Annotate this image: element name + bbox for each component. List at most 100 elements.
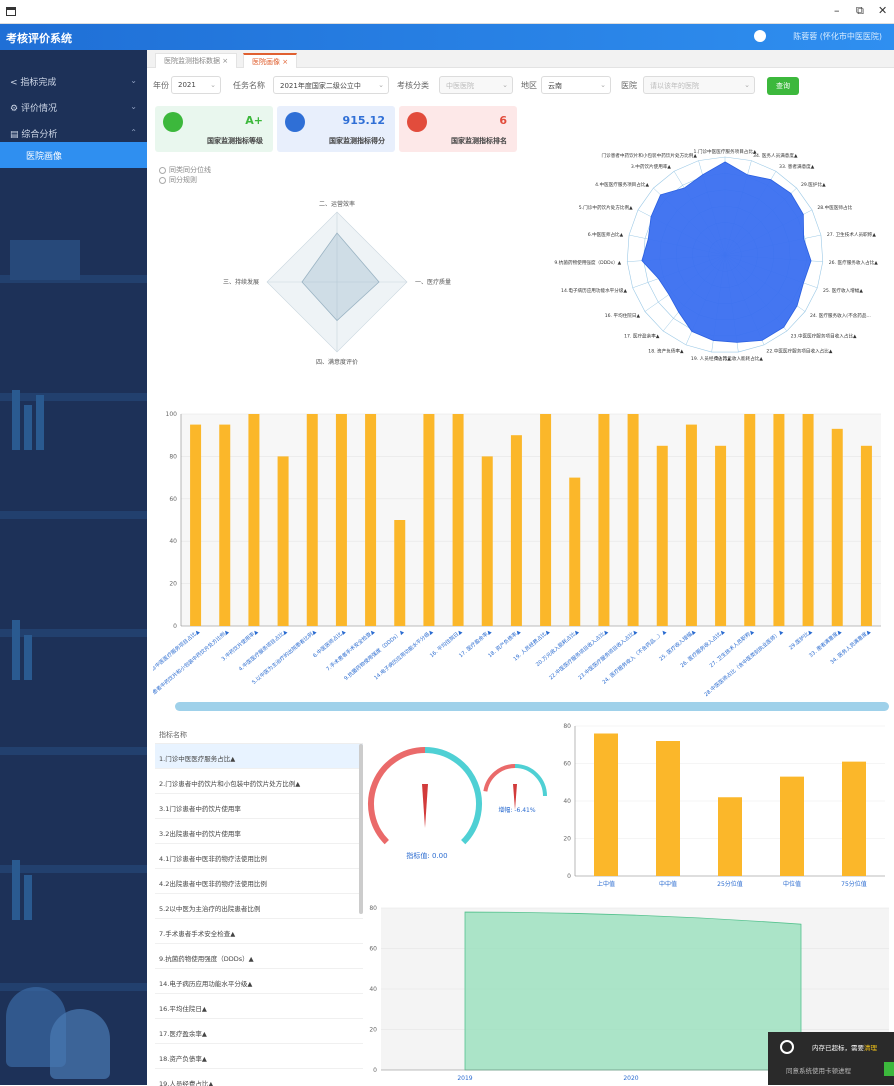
sidebar-background <box>0 165 147 1085</box>
y-tick-label: 60 <box>369 946 377 953</box>
sidebar-item-evaluation[interactable]: ⚙ 评价情况 ⌄ <box>0 94 147 120</box>
radar-label: 6.中医医师占比▲ <box>588 231 624 238</box>
tab-hospital-profile[interactable]: 医院画像 × <box>243 53 298 68</box>
hospital-select[interactable]: 请以该年的医院 ⌄ <box>643 76 755 94</box>
user-icon[interactable] <box>754 30 766 42</box>
bar <box>540 414 552 626</box>
bar <box>656 445 668 626</box>
decor-bar <box>12 620 20 680</box>
gauge-label: 增幅: -6.41% <box>498 806 535 814</box>
list-item[interactable]: 2.门诊患者中药饮片和小包装中药饮片处方比例▲ <box>155 769 363 794</box>
bar <box>190 424 202 626</box>
decor-bar <box>36 395 44 450</box>
close-icon[interactable]: × <box>222 57 228 65</box>
minimize-button[interactable]: – <box>834 4 840 17</box>
window-icon <box>6 7 16 16</box>
list-header: 指标名称 <box>155 726 363 744</box>
decor-illustration <box>50 1009 110 1079</box>
grade-icon <box>163 112 183 132</box>
bar <box>627 414 639 626</box>
grade-label: 国家监测指标等级 <box>207 137 263 145</box>
decor-block <box>10 240 80 280</box>
radar-label: 9.抗菌药物使用强度（DDDs）▲ <box>554 259 621 266</box>
tab-label: 医院画像 <box>252 58 280 66</box>
x-tick-label: 4.中医医疗服务项目占比▲ <box>237 627 289 672</box>
radar-label: 4.中医医疗服务项目占比▲ <box>595 181 649 188</box>
bar <box>842 761 866 876</box>
list-item[interactable]: 4.2出院患者中医非药物疗法使用比例 <box>155 869 363 894</box>
list-item[interactable]: 16.平均住院日▲ <box>155 994 363 1019</box>
list-item[interactable]: 18.资产负债率▲ <box>155 1044 363 1069</box>
rank-label: 国家监测指标排名 <box>451 137 507 145</box>
close-button[interactable]: ✕ <box>878 4 887 17</box>
x-tick-label: 中位值 <box>783 880 801 888</box>
indicator-radar-chart: 1.门诊中医医疗服务项目占比▲34. 医务人员满意度▲ 33. 患者满意度▲ 29.… <box>554 148 878 362</box>
user-name[interactable]: 陈蓉蓉 (怀化市中医医院) <box>793 31 882 42</box>
y-tick-label: 20 <box>563 836 571 843</box>
list-item[interactable]: 17.医疗盈余率▲ <box>155 1019 363 1044</box>
bar <box>248 414 260 626</box>
y-tick-label: 60 <box>563 761 571 768</box>
y-tick-label: 80 <box>169 453 177 460</box>
bar <box>510 435 522 626</box>
toast-highlight[interactable]: 清理 <box>864 1044 877 1052</box>
decor-bar <box>24 875 32 920</box>
sidebar-item-indicators[interactable]: < 指标完成 ⌄ <box>0 68 147 94</box>
system-toast: 内存已超标，需要清理 同意系统使用卡顿进程 <box>768 1032 894 1085</box>
list-item[interactable]: 14.电子病历应用功能水平分级▲ <box>155 969 363 994</box>
decor-bar <box>24 635 32 680</box>
list-item[interactable]: 3.1门诊患者中药饮片使用率 <box>155 794 363 819</box>
category-select[interactable]: 中医医院 ⌄ <box>439 76 513 94</box>
toast-text: 内存已超标，需要 <box>812 1044 864 1052</box>
radio-option[interactable]: 同分规则 <box>159 175 211 185</box>
list-item[interactable]: 9.抗菌药物使用强度（DDDs）▲ <box>155 944 363 969</box>
window-titlebar: – ⧉ ✕ <box>0 0 894 24</box>
zoom-slider[interactable] <box>175 702 889 711</box>
restore-button[interactable]: ⧉ <box>856 4 864 18</box>
x-tick-label: 2019 <box>457 1075 472 1082</box>
bar <box>802 414 814 626</box>
list-item[interactable]: 7.手术患者手术安全检查▲ <box>155 919 363 944</box>
diamond-label: 一、医疗质量 <box>415 278 451 286</box>
toast-subtext: 同意系统使用卡顿进程 <box>786 1067 851 1075</box>
x-tick-label: 14.电子病历应用功能水平分级▲ <box>372 627 434 681</box>
task-select[interactable]: 2021年度国家二级公立中 ⌄ <box>273 76 389 94</box>
gauge-arc <box>483 764 516 792</box>
close-icon[interactable]: × <box>282 58 288 66</box>
bar <box>569 477 581 626</box>
task-value: 2021年度国家二级公立中 <box>280 82 361 90</box>
chevron-down-icon: ⌄ <box>502 81 508 89</box>
list-item[interactable]: 4.1门诊患者中医非药物疗法使用比例 <box>155 844 363 869</box>
tab-monitor-data[interactable]: 医院监测指标数据 × <box>155 53 238 68</box>
score-icon <box>285 112 305 132</box>
year-label: 年份 <box>153 81 169 90</box>
list-item[interactable]: 3.2出院患者中药饮片使用率 <box>155 819 363 844</box>
hospital-label: 医院 <box>621 81 637 90</box>
radar-series <box>641 161 812 343</box>
y-tick-label: 40 <box>169 538 177 545</box>
sidebar-item-hospital-profile[interactable]: 医院画像 <box>0 142 147 168</box>
category-label: 考核分类 <box>397 81 429 90</box>
toast-action-button[interactable] <box>884 1062 894 1076</box>
radar-label: 33. 患者满意度▲ <box>779 163 815 170</box>
list-item[interactable]: 19.人员经费占比▲ <box>155 1069 363 1086</box>
app-header: 考核评价系统 陈蓉蓉 (怀化市中医医院) <box>0 24 894 50</box>
hospital-value: 请以该年的医院 <box>650 82 699 90</box>
list-scrollbar[interactable] <box>359 744 363 914</box>
radio-option[interactable]: 同类同分位线 <box>159 165 211 175</box>
radio-group: 同类同分位线 同分规则 <box>159 165 211 185</box>
region-select[interactable]: 云南 ⌄ <box>541 76 611 94</box>
list-item[interactable]: 5.2以中医为主治疗的出院患者比例 <box>155 894 363 919</box>
query-button[interactable]: 查询 <box>767 77 799 95</box>
gauge-needle <box>422 784 428 828</box>
x-tick-label: 7.手术患者手术安全检查▲ <box>324 627 376 672</box>
shield-icon <box>780 1040 794 1054</box>
bar <box>715 445 727 626</box>
year-select[interactable]: 2021 ⌄ <box>171 76 221 94</box>
score-card: 915.12 国家监测指标得分 <box>277 106 395 152</box>
list-item[interactable]: 1.门诊中医医疗服务占比▲ <box>155 744 363 769</box>
bar <box>860 445 872 626</box>
area-series <box>464 911 802 1071</box>
list-body: 1.门诊中医医疗服务占比▲ 2.门诊患者中药饮片和小包装中药饮片处方比例▲ 3.1门… <box>155 744 363 1086</box>
bar <box>831 428 843 626</box>
